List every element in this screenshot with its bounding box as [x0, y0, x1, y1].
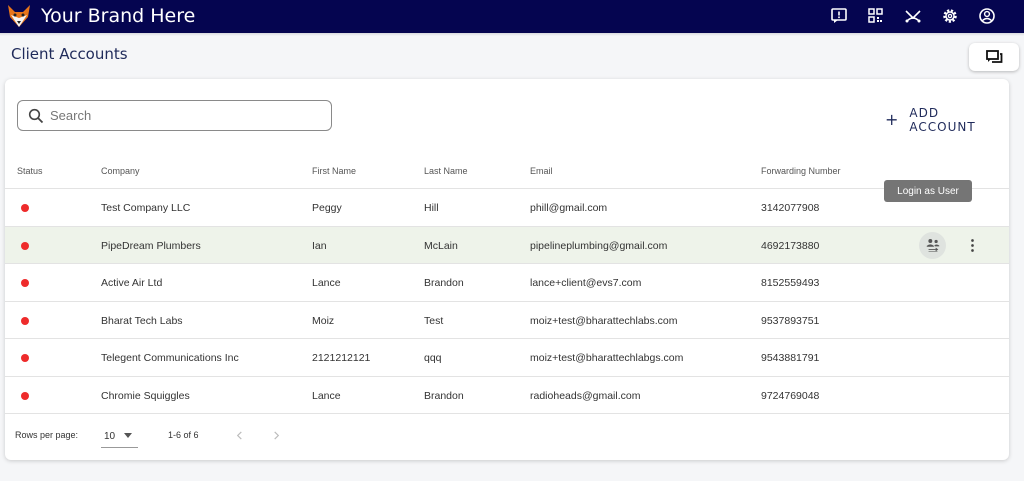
top-app-bar: Your Brand Here	[0, 0, 1024, 33]
cell-forwarding-number: 3142077908	[761, 202, 820, 214]
cell-company: Active Air Ltd	[101, 277, 163, 289]
caret-down-icon	[124, 433, 132, 438]
plus-icon: +	[885, 110, 900, 129]
cell-forwarding-number: 8152559493	[761, 277, 820, 289]
search-field[interactable]	[17, 100, 332, 131]
announcement-icon[interactable]	[829, 6, 849, 26]
status-dot	[21, 241, 29, 250]
brand-logo-icon[interactable]	[6, 3, 32, 29]
rows-per-page-label: Rows per page:	[15, 430, 79, 440]
rows-per-page-select[interactable]: 10	[101, 424, 138, 448]
cell-email: lance+client@evs7.com	[530, 277, 642, 289]
cell-email: moiz+test@bharattechlabs.com	[530, 314, 678, 327]
cell-company: Telegent Communications Inc	[101, 352, 239, 364]
cell-last-name: qqq	[424, 352, 442, 364]
cell-first-name: 2121212121	[312, 352, 371, 364]
call-split-icon[interactable]	[903, 6, 923, 26]
status-dot	[21, 316, 29, 325]
cell-email: phill@gmail.com	[530, 202, 608, 214]
column-header-last-name[interactable]: Last Name	[424, 166, 468, 176]
chat-button[interactable]	[969, 43, 1019, 71]
cell-forwarding-number: 4692173880	[761, 239, 820, 252]
cell-forwarding-number: 9724769048	[761, 389, 820, 402]
accounts-table: Status Company First Name Last Name Emai…	[5, 152, 1009, 414]
table-header: Status Company First Name Last Name Emai…	[5, 152, 1009, 189]
cell-last-name: Hill	[424, 202, 439, 214]
pagination-range: 1-6 of 6	[168, 430, 199, 440]
cell-forwarding-number: 9543881791	[761, 352, 820, 364]
cell-first-name: Moiz	[312, 314, 335, 327]
add-account-button[interactable]: + ADD ACCOUNT	[885, 106, 1009, 134]
page-title: Client Accounts	[11, 45, 128, 63]
cell-first-name: Ian	[312, 239, 327, 252]
previous-page-button[interactable]	[231, 427, 247, 443]
cell-last-name: Brandon	[424, 389, 464, 402]
cell-company: PipeDream Plumbers	[101, 239, 201, 252]
cell-first-name: Peggy	[312, 202, 342, 214]
table-row[interactable]: Chromie Squiggles Lance Brandon radiohea…	[5, 377, 1009, 414]
column-header-status[interactable]: Status	[17, 166, 43, 176]
account-circle-icon[interactable]	[977, 6, 997, 26]
column-header-email[interactable]: Email	[530, 166, 553, 176]
cell-email: pipelineplumbing@gmail.com	[530, 239, 668, 252]
accounts-card: + ADD ACCOUNT Status Company First Name …	[5, 79, 1009, 460]
table-row[interactable]: Telegent Communications Inc 2121212121 q…	[5, 339, 1009, 377]
cell-email: moiz+test@bharattechlabgs.com	[530, 352, 684, 364]
cell-last-name: Test	[424, 314, 444, 327]
app-bar-shadow	[0, 33, 1024, 36]
rows-per-page-value: 10	[104, 431, 116, 442]
table-row[interactable]: Test Company LLC Peggy Hill phill@gmail.…	[5, 189, 1009, 227]
dashboard-grid-icon[interactable]	[866, 6, 886, 26]
chevron-right-icon	[273, 430, 279, 440]
cell-last-name: Brandon	[424, 277, 464, 289]
login-as-user-tooltip: Login as User	[884, 180, 972, 202]
cell-forwarding-number: 9537893751	[761, 314, 820, 327]
cell-company: Chromie Squiggles	[101, 389, 190, 402]
chat-icon	[986, 50, 1003, 63]
cell-last-name: McLain	[424, 239, 458, 252]
search-icon	[28, 108, 44, 123]
column-header-company[interactable]: Company	[101, 166, 140, 176]
status-dot	[21, 204, 29, 212]
cell-first-name: Lance	[312, 389, 341, 402]
status-dot	[21, 279, 29, 287]
column-header-first-name[interactable]: First Name	[312, 166, 356, 176]
more-options-button[interactable]	[965, 235, 979, 257]
next-page-button[interactable]	[268, 427, 284, 443]
cell-company: Test Company LLC	[101, 202, 191, 214]
login-as-user-button[interactable]	[919, 231, 946, 259]
cell-company: Bharat Tech Labs	[101, 314, 183, 327]
table-row[interactable]: Active Air Ltd Lance Brandon lance+clien…	[5, 264, 1009, 302]
status-dot	[21, 391, 29, 400]
settings-gear-icon[interactable]	[940, 6, 960, 26]
switch-user-icon	[926, 239, 939, 252]
cell-email: radioheads@gmail.com	[530, 389, 641, 402]
brand-name[interactable]: Your Brand Here	[41, 4, 195, 28]
status-dot	[21, 354, 29, 362]
add-account-label: ADD ACCOUNT	[909, 106, 976, 134]
chevron-left-icon	[236, 430, 242, 440]
search-input[interactable]	[50, 108, 310, 123]
table-row[interactable]: PipeDream Plumbers Ian McLain pipelinepl…	[5, 226, 1009, 264]
table-pagination: Rows per page: 10 1-6 of 6	[5, 421, 1009, 451]
cell-first-name: Lance	[312, 277, 341, 289]
column-header-forwarding-number[interactable]: Forwarding Number	[761, 166, 841, 176]
more-vertical-icon	[970, 239, 974, 252]
table-row[interactable]: Bharat Tech Labs Moiz Test moiz+test@bha…	[5, 302, 1009, 339]
